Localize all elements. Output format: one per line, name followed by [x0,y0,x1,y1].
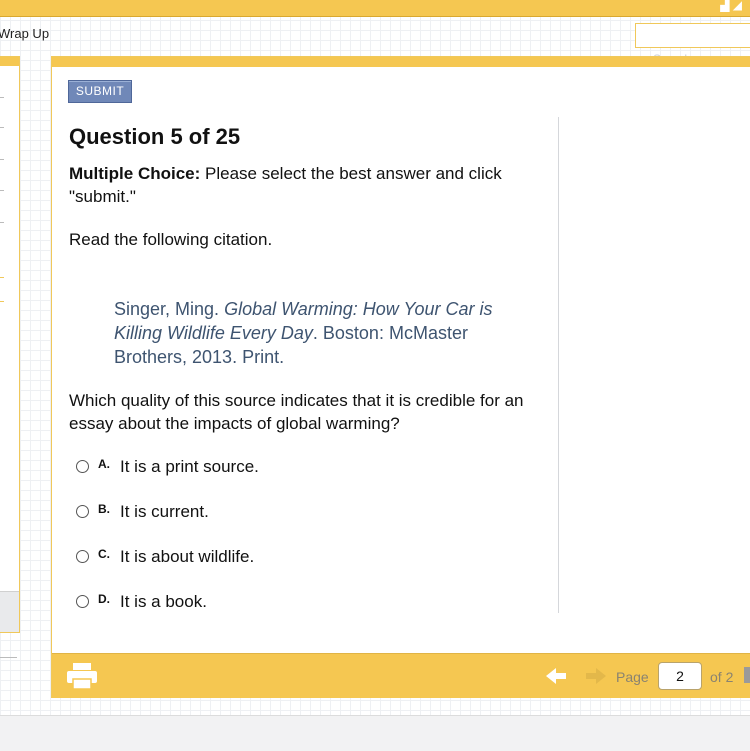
left-sidebar [0,56,20,633]
question-panel-header [52,57,750,67]
sidebar-tick [0,222,4,223]
radio-button[interactable] [76,505,89,518]
left-sidebar-header [0,57,19,66]
left-sidebar-footer [0,591,19,632]
citation-author: Singer, Ming. [114,299,225,319]
question-prompt: Read the following citation. [69,230,273,249]
option-text[interactable]: It is a print source. [120,457,259,477]
bottom-strip [0,715,750,751]
citation: Singer, Ming. Global Warming: How Your C… [114,297,514,369]
vertical-divider [558,117,559,613]
option-letter: C. [98,547,110,561]
page-number-input[interactable]: 2 [658,662,702,690]
page-total: of 2 [710,669,734,685]
window-controls-icon[interactable]: ▟ ◢ [720,0,742,11]
sidebar-tick [0,127,4,128]
sidebar-tick [0,190,4,191]
search-input[interactable] [635,23,750,48]
question-panel: SUBMIT Question 5 of 25 Multiple Choice:… [51,56,750,698]
sidebar-tick [0,277,4,278]
option-text[interactable]: It is a book. [120,592,207,612]
submit-button[interactable]: SUBMIT [68,80,132,103]
top-bar: ▟ ◢ [0,0,750,17]
radio-button[interactable] [76,595,89,608]
option-letter: D. [98,592,110,606]
nav-wrap-up[interactable]: Wrap Up [0,26,49,41]
page-label: Page [616,669,649,685]
sidebar-tick [0,159,4,160]
option-text[interactable]: It is current. [120,502,209,522]
option-text[interactable]: It is about wildlife. [120,547,254,567]
option-letter: B. [98,502,110,516]
instruction-type: Multiple Choice: [69,164,201,183]
question-title: Question 5 of 25 [69,124,241,149]
go-to-page-icon[interactable] [744,667,750,683]
radio-button[interactable] [76,550,89,563]
sidebar-tick [0,301,4,302]
print-icon[interactable] [66,662,98,690]
option-letter: A. [98,457,110,471]
arrow-right-icon[interactable] [584,667,606,685]
question-stem: Which quality of this source indicates t… [69,391,524,433]
radio-button[interactable] [76,460,89,473]
divider [0,657,17,658]
question-instruction: Multiple Choice: Please select the best … [69,162,544,208]
footer-bar: Page 2 of 2 [52,653,750,698]
sidebar-tick [0,97,4,98]
arrow-left-icon[interactable] [546,667,568,685]
